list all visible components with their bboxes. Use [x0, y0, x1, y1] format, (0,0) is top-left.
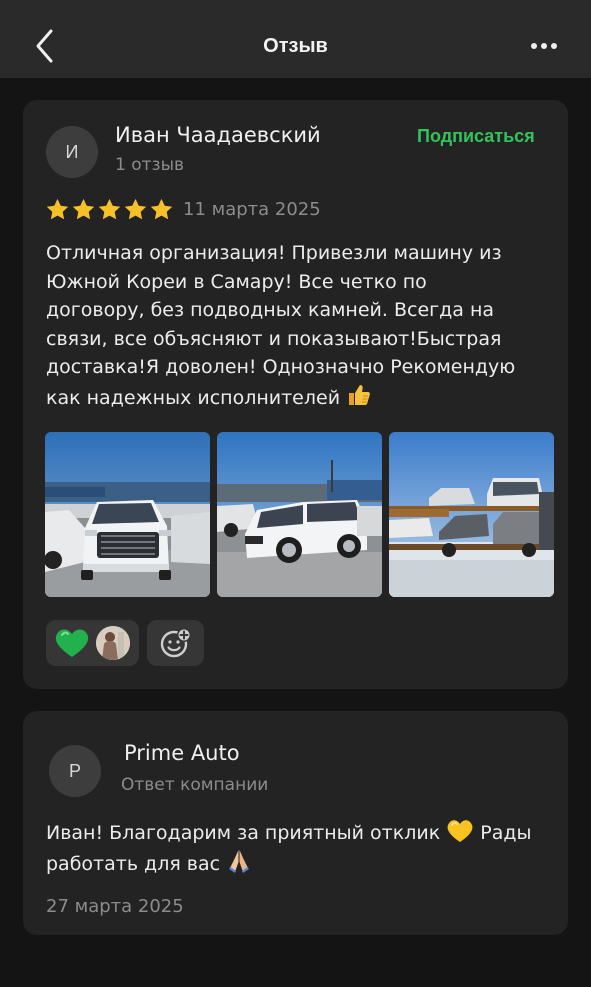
review-photo[interactable] — [217, 432, 382, 597]
company-avatar[interactable]: P — [49, 745, 101, 797]
reply-text-line: работать для вас — [46, 848, 551, 879]
more-options-button[interactable] — [524, 34, 564, 58]
star-icon — [150, 198, 173, 220]
author-review-count: 1 отзыв — [115, 155, 185, 175]
review-card: И Иван Чаадаевский 1 отзыв Подписаться 1… — [23, 100, 568, 689]
review-text-line: Отличная организация! Привезли машину из — [46, 242, 502, 264]
rating-stars — [45, 197, 174, 222]
review-photo[interactable] — [45, 432, 210, 597]
page-title: Отзыв — [263, 35, 328, 57]
thumbs-up-icon — [349, 384, 370, 405]
more-dots-icon — [531, 43, 537, 49]
star-icon — [46, 198, 69, 220]
subscribe-button[interactable]: Подписаться — [417, 126, 535, 147]
review-text: Отличная организация! Привезли машину из… — [46, 239, 551, 412]
review-text-line: связи, все объясняют и показывают!Быстра… — [46, 327, 502, 350]
review-text-line-last: как надежных исполнителей — [46, 382, 551, 413]
green-heart-icon — [55, 629, 89, 657]
review-photo[interactable] — [389, 432, 554, 597]
top-app-bar: Отзыв — [0, 0, 591, 78]
author-avatar[interactable]: И — [46, 126, 98, 178]
star-icon — [72, 198, 95, 220]
reply-date: 27 марта 2025 — [46, 896, 184, 917]
folded-hands-icon — [229, 849, 250, 873]
review-text-line: договору, без подводных камней. Всегда н… — [46, 299, 495, 321]
review-photos — [45, 432, 554, 597]
review-date: 11 марта 2025 — [183, 199, 321, 220]
company-reply-label: Ответ компании — [121, 775, 269, 795]
company-reply-card: P Prime Auto Ответ компании Иван! Благод… — [23, 711, 568, 935]
review-text-line: Южной Кореи в Самару! Все четко по — [46, 270, 427, 293]
yellow-heart-icon — [447, 820, 473, 842]
reactor-avatar — [96, 626, 130, 660]
white-suv-front-image — [45, 432, 210, 597]
car-carrier-truck-image — [389, 432, 554, 597]
company-name[interactable]: Prime Auto — [124, 741, 240, 765]
author-name[interactable]: Иван Чаадаевский — [115, 123, 321, 147]
add-reaction-button[interactable] — [147, 620, 204, 666]
reaction-green-heart[interactable] — [46, 620, 139, 666]
reply-text-line: Иван! Благодарим за приятный отклик Рады — [46, 819, 551, 848]
white-suv-side-image — [217, 432, 382, 597]
star-icon — [124, 198, 147, 220]
star-icon — [98, 198, 121, 220]
add-reaction-icon — [160, 628, 191, 658]
user-photo-image — [96, 626, 130, 660]
review-text-line: доставка!Я доволен! Однозначно Рекоменду… — [46, 356, 516, 378]
reply-text: Иван! Благодарим за приятный отклик Рады… — [46, 819, 551, 878]
